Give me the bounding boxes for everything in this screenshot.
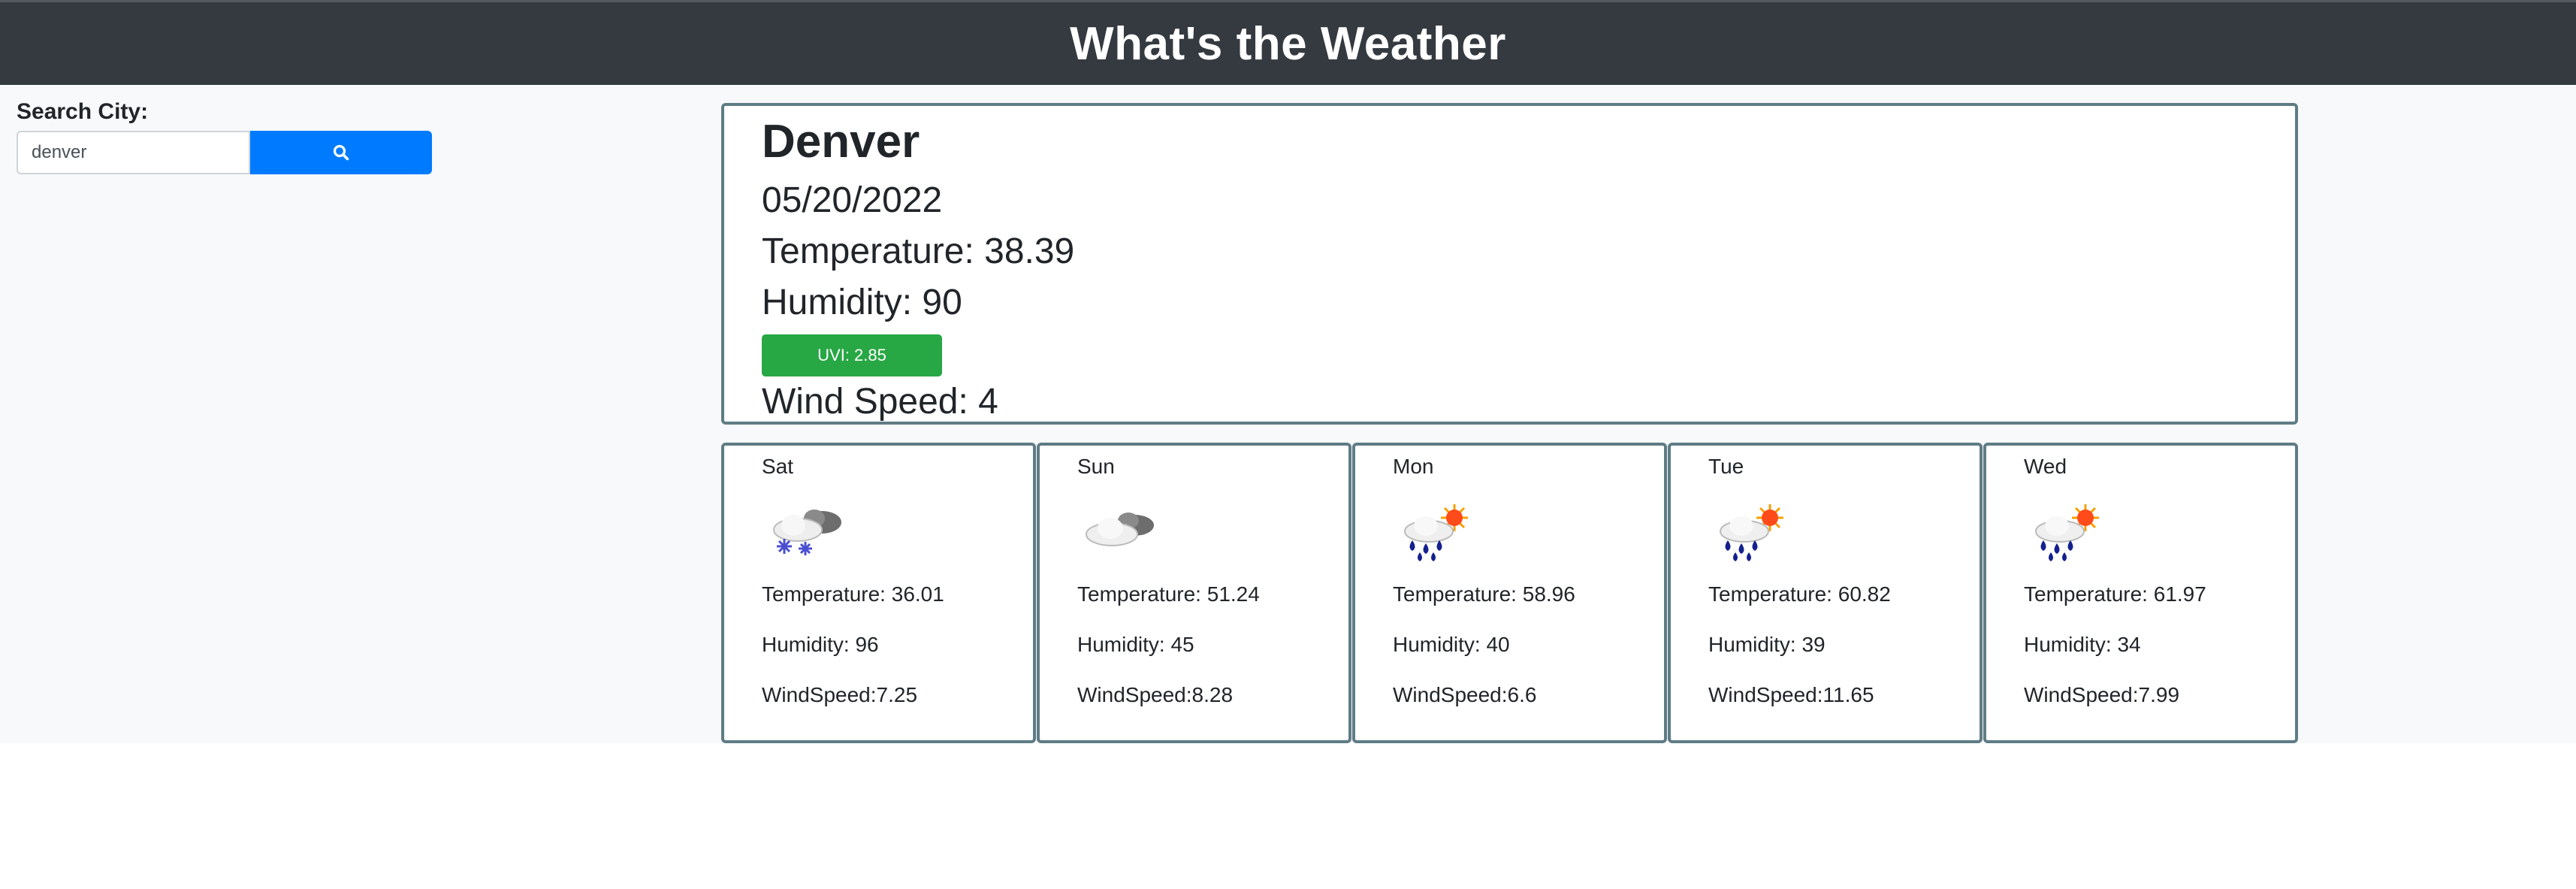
- sun-rain-icon: [2024, 494, 2120, 569]
- page-header: What's the Weather: [0, 0, 2576, 85]
- forecast-wind-speed: WindSpeed:7.25: [762, 683, 918, 706]
- search-sidebar: Search City:: [17, 91, 432, 174]
- forecast-temperature: Temperature: 60.82: [1708, 582, 1891, 606]
- forecast-humidity: Humidity: 96: [762, 633, 879, 656]
- forecast-card: Mon Temperature: 58.96 Humidity: 40 Wind…: [1352, 443, 1667, 743]
- forecast-day: Tue: [1708, 455, 1744, 478]
- forecast-humidity: Humidity: 45: [1077, 633, 1194, 656]
- forecast-temperature: Temperature: 51.24: [1077, 582, 1260, 606]
- forecast-wind-speed: WindSpeed:8.28: [1077, 683, 1234, 706]
- forecast-card: Wed Temperature: 61.97 Humidity: 34 Wind…: [1983, 443, 2298, 743]
- forecast-card: Sat Temperature: 36.01 Humidity: 96 Wind…: [721, 443, 1036, 743]
- search-label: Search City:: [17, 99, 149, 124]
- forecast-temperature: Temperature: 61.97: [2024, 582, 2206, 606]
- forecast-wind-speed: WindSpeed:11.65: [1708, 683, 1874, 706]
- current-date: 05/20/2022: [762, 180, 943, 220]
- search-button[interactable]: [250, 131, 432, 174]
- search-form: [17, 131, 432, 174]
- forecast-temperature: Temperature: 36.01: [762, 582, 944, 606]
- forecast-day: Wed: [2024, 455, 2067, 478]
- current-temperature: Temperature: 38.39: [762, 231, 1075, 271]
- forecast-humidity: Humidity: 39: [1708, 633, 1826, 656]
- forecast-day: Mon: [1393, 455, 1434, 478]
- sun-rain-icon: [1708, 494, 1804, 569]
- current-humidity: Humidity: 90: [762, 283, 962, 322]
- current-wind-speed: Wind Speed: 4: [762, 382, 998, 422]
- forecast-humidity: Humidity: 40: [1393, 633, 1510, 656]
- search-input[interactable]: [17, 131, 250, 174]
- current-weather-card: Denver 05/20/2022 Temperature: 38.39 Hum…: [721, 103, 2298, 425]
- page-title: What's the Weather: [1070, 17, 1506, 70]
- forecast-temperature: Temperature: 58.96: [1393, 582, 1575, 606]
- uvi-badge: UVI: 2.85: [762, 334, 942, 376]
- forecast-day: Sun: [1077, 455, 1115, 478]
- forecast-day: Sat: [762, 455, 794, 478]
- forecast-row: Sat Temperature: 36.01 Humidity: 96 Wind…: [721, 443, 2298, 743]
- cloud-icon: [1077, 494, 1173, 569]
- sun-rain-icon: [1393, 494, 1489, 569]
- forecast-card: Tue Temperature: 60.82 Humidity: 39 Wind…: [1668, 443, 1983, 743]
- forecast-card: Sun Temperature: 51.24 Humidity: 45 Wind…: [1037, 443, 1351, 743]
- forecast-wind-speed: WindSpeed:7.99: [2024, 683, 2180, 706]
- forecast-humidity: Humidity: 34: [2024, 633, 2141, 656]
- main-content: Search City: Denver 05/20/2022 Temperatu…: [0, 85, 2576, 743]
- forecast-wind-speed: WindSpeed:6.6: [1393, 683, 1537, 706]
- city-name: Denver: [762, 116, 920, 168]
- search-icon: [333, 144, 349, 161]
- snow-cloud-icon: [762, 494, 858, 569]
